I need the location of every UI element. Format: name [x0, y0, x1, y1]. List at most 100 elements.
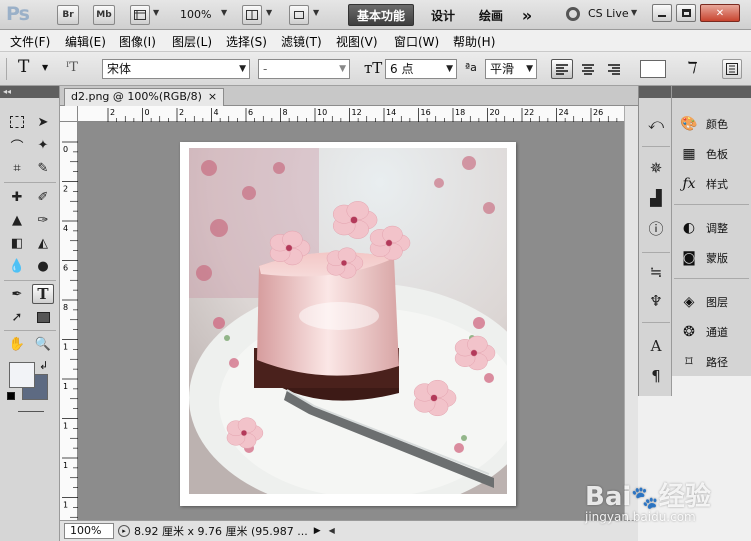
- healing-brush-tool-icon[interactable]: ✚: [6, 187, 28, 207]
- panel-color[interactable]: 🎨 颜色: [680, 112, 728, 136]
- pen-tool-icon[interactable]: ✒: [6, 284, 28, 304]
- dodge-tool-icon[interactable]: ●: [32, 256, 54, 276]
- rectangle-tool-icon[interactable]: [32, 307, 54, 327]
- chevron-down-icon[interactable]: ▼: [266, 8, 272, 17]
- quick-mask-button[interactable]: [18, 411, 44, 412]
- character-panel-icon[interactable]: A: [646, 336, 666, 356]
- status-menu-arrow-icon[interactable]: ▶: [314, 526, 321, 536]
- panel-styles[interactable]: ƒx 样式: [680, 172, 728, 196]
- workspace-essentials-button[interactable]: 基本功能: [348, 4, 414, 26]
- brush-tool-icon[interactable]: ✐: [32, 187, 54, 207]
- chevron-down-icon[interactable]: ▼: [153, 8, 159, 17]
- clone-source-icon[interactable]: ♆: [646, 291, 666, 311]
- strip-header[interactable]: [639, 86, 671, 98]
- bridge-button[interactable]: Br: [57, 5, 79, 25]
- panel-channels[interactable]: ❂ 通道: [680, 320, 728, 344]
- status-info-icon[interactable]: ▸: [118, 524, 130, 537]
- ruler-origin[interactable]: [60, 106, 78, 122]
- workspace-painting-button[interactable]: 绘画: [472, 4, 510, 26]
- menu-select[interactable]: 选择(S): [226, 33, 267, 50]
- character-panel-button[interactable]: [722, 59, 742, 79]
- hand-tool-icon[interactable]: ✋: [6, 334, 28, 354]
- font-size-select[interactable]: 6 点 ▼: [385, 59, 457, 79]
- workspace-design-button[interactable]: 设计: [424, 4, 462, 26]
- tools-panel-header[interactable]: ◂◂: [0, 86, 59, 98]
- swap-colors-icon[interactable]: ↲: [39, 359, 48, 372]
- history-brush-tool-icon[interactable]: ✑: [32, 210, 54, 230]
- divider: [674, 278, 749, 279]
- more-workspaces-button[interactable]: »: [515, 4, 539, 26]
- vertical-ruler[interactable]: 0 2 4 6 8 1 1 1 1 1: [60, 122, 78, 520]
- panel-swatches[interactable]: ▦ 色板: [680, 142, 728, 166]
- chevron-down-icon[interactable]: ▼: [631, 8, 637, 17]
- menu-edit[interactable]: 编辑(E): [65, 33, 106, 50]
- close-icon[interactable]: ×: [208, 89, 217, 106]
- align-left-button[interactable]: [551, 59, 573, 79]
- photoshop-logo: Ps: [6, 3, 30, 25]
- menu-file[interactable]: 文件(F): [10, 33, 50, 50]
- align-center-button[interactable]: [577, 59, 599, 79]
- menu-help[interactable]: 帮助(H): [453, 33, 495, 50]
- minimize-button[interactable]: [652, 4, 672, 22]
- info-panel-icon[interactable]: ⓘ: [646, 218, 666, 238]
- chevron-down-icon[interactable]: ▼: [42, 63, 48, 72]
- quick-select-tool-icon[interactable]: ✦: [32, 135, 54, 155]
- horizontal-ruler[interactable]: 20246810121416182022242628: [78, 106, 624, 122]
- cs-live-label[interactable]: CS Live: [588, 7, 629, 20]
- restore-button[interactable]: [676, 4, 696, 22]
- close-button[interactable]: ✕: [700, 4, 740, 22]
- antialias-select[interactable]: 平滑 ▼: [485, 59, 537, 79]
- vertical-scrollbar[interactable]: [624, 106, 638, 520]
- chevron-down-icon[interactable]: ▼: [221, 8, 227, 17]
- text-orientation-icon[interactable]: ᴵT: [66, 60, 78, 75]
- panel-layers[interactable]: ◈ 图层: [680, 290, 728, 314]
- blur-tool-icon[interactable]: 💧: [6, 256, 28, 276]
- panel-dock-header[interactable]: [672, 86, 751, 98]
- mini-bridge-button[interactable]: Mb: [93, 5, 115, 25]
- path-select-tool-icon[interactable]: ➚: [6, 307, 28, 327]
- warp-text-icon[interactable]: ℸ: [685, 58, 695, 77]
- paragraph-panel-icon[interactable]: ¶: [646, 366, 666, 386]
- screen-mode-button[interactable]: [289, 5, 309, 25]
- menu-layer[interactable]: 图层(L): [172, 33, 212, 50]
- scroll-left-icon[interactable]: ◀: [329, 526, 335, 535]
- clone-stamp-tool-icon[interactable]: ▲: [6, 210, 28, 230]
- arrange-icon: [246, 10, 258, 20]
- foreground-color-swatch[interactable]: [9, 362, 35, 388]
- type-tool-preset-icon[interactable]: T: [18, 57, 29, 77]
- histogram-panel-icon[interactable]: ▟: [646, 188, 666, 208]
- zoom-tool-icon[interactable]: 🔍: [32, 334, 54, 354]
- menu-image[interactable]: 图像(I): [119, 33, 156, 50]
- navigator-panel-icon[interactable]: ✵: [646, 158, 666, 178]
- panel-paths[interactable]: ⌑ 路径: [680, 350, 728, 374]
- eyedropper-tool-icon[interactable]: ✎: [32, 158, 54, 178]
- panel-masks[interactable]: ◙ 蒙版: [680, 246, 728, 270]
- lasso-tool-icon[interactable]: ⌒: [6, 135, 28, 155]
- menu-window[interactable]: 窗口(W): [394, 33, 439, 50]
- panel-adjustments[interactable]: ◐ 调整: [680, 216, 728, 240]
- crop-tool-icon[interactable]: ⌗: [6, 158, 28, 178]
- brush-presets-icon[interactable]: ≒: [646, 262, 666, 282]
- zoom-field[interactable]: 100%: [64, 522, 114, 539]
- eraser-tool-icon[interactable]: ◧: [6, 233, 28, 253]
- align-right-button[interactable]: [603, 59, 625, 79]
- paint-bucket-tool-icon[interactable]: ◭: [32, 233, 54, 253]
- default-colors-icon[interactable]: [7, 392, 15, 400]
- type-tool-icon[interactable]: T: [32, 284, 54, 304]
- menu-view[interactable]: 视图(V): [336, 33, 378, 50]
- cs-live-icon[interactable]: [566, 7, 580, 21]
- font-style-select[interactable]: - ▼: [258, 59, 350, 79]
- chevron-down-icon[interactable]: ▼: [313, 8, 319, 17]
- document-tab[interactable]: d2.png @ 100%(RGB/8) ×: [64, 88, 225, 106]
- arrange-documents-button[interactable]: [242, 5, 262, 25]
- restore-icon: [681, 9, 691, 17]
- move-tool-icon[interactable]: ➤: [32, 112, 54, 132]
- menu-filter[interactable]: 滤镜(T): [281, 33, 322, 50]
- marquee-tool-icon[interactable]: [6, 112, 28, 132]
- view-extras-button[interactable]: [130, 5, 150, 25]
- document-canvas[interactable]: [78, 122, 624, 520]
- text-color-swatch[interactable]: [640, 60, 666, 78]
- history-panel-icon[interactable]: ⤺: [646, 114, 666, 134]
- zoom-select[interactable]: 100%: [180, 8, 211, 21]
- font-family-select[interactable]: 宋体 ▼: [102, 59, 250, 79]
